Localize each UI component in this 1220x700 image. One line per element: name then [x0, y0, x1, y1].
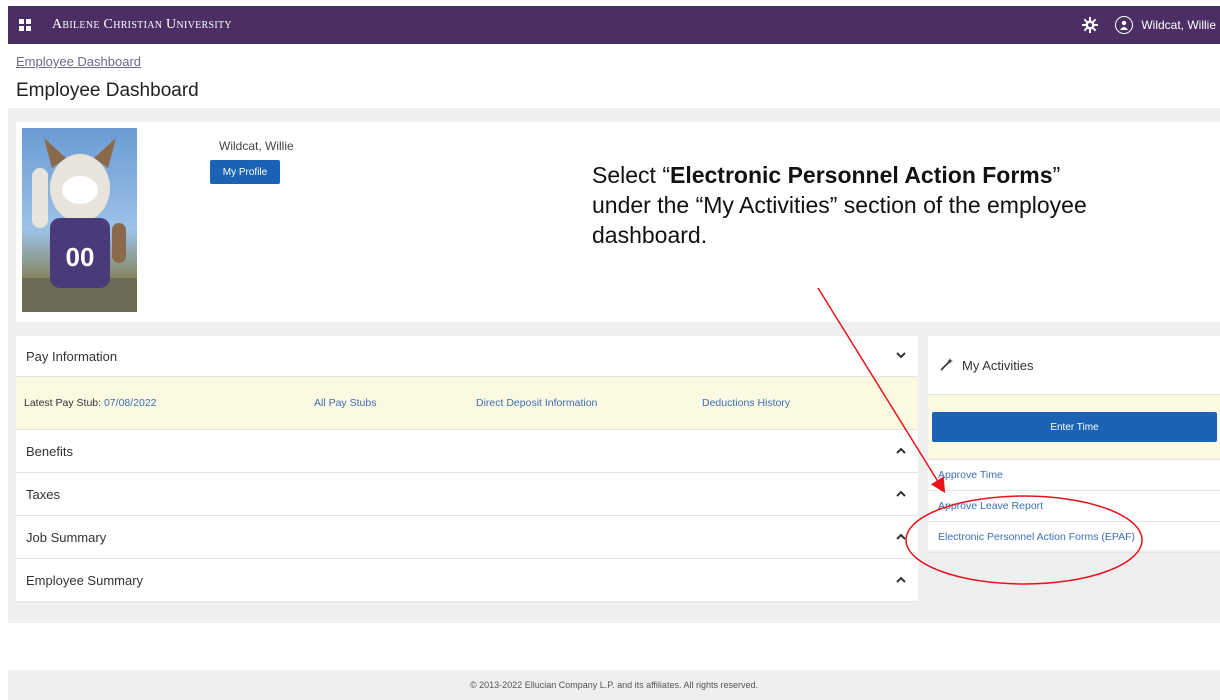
enter-time-row: Enter Time — [928, 395, 1220, 460]
taxes-header[interactable]: Taxes — [16, 473, 918, 516]
latest-pay-stub: Latest Pay Stub: 07/08/2022 — [24, 397, 157, 409]
my-activities-panel: My Activities Enter Time Approve Time Ap… — [928, 336, 1220, 553]
section-title: Taxes — [26, 486, 60, 502]
user-name[interactable]: Wildcat, Willie — [1141, 18, 1216, 32]
breadcrumb[interactable]: Employee Dashboard — [16, 54, 141, 69]
job-summary-header[interactable]: Job Summary — [16, 516, 918, 559]
chevron-up-icon[interactable] — [896, 488, 906, 500]
chevron-up-icon[interactable] — [896, 574, 906, 586]
direct-deposit-link[interactable]: Direct Deposit Information — [476, 397, 597, 409]
my-activities-title: My Activities — [962, 357, 1034, 373]
instruction-bold: Electronic Personnel Action Forms — [669, 162, 1053, 188]
university-brand[interactable]: Abilene Christian University — [52, 17, 232, 33]
latest-pay-stub-date-link[interactable]: 07/08/2022 — [104, 397, 157, 409]
latest-pay-stub-label: Latest Pay Stub: — [24, 397, 104, 409]
my-profile-button[interactable]: My Profile — [210, 160, 280, 184]
all-pay-stubs-link[interactable]: All Pay Stubs — [314, 397, 376, 409]
chevron-up-icon[interactable] — [896, 531, 906, 543]
epaf-link[interactable]: Electronic Personnel Action Forms (EPAF) — [928, 522, 1220, 553]
instruction-prefix: Select “ — [592, 162, 670, 188]
pay-information-title: Pay Information — [26, 348, 118, 364]
profile-photo: 00 — [22, 128, 137, 312]
svg-text:00: 00 — [66, 242, 95, 272]
page-title: Employee Dashboard — [16, 80, 199, 101]
user-icon[interactable] — [1115, 16, 1134, 34]
profile-name: Wildcat, Willie — [219, 139, 294, 153]
pay-stub-row: Latest Pay Stub: 07/08/2022 All Pay Stub… — [16, 377, 918, 430]
section-title: Benefits — [26, 443, 73, 459]
chevron-down-icon[interactable] — [896, 350, 906, 362]
footer: © 2013-2022 Ellucian Company L.P. and it… — [8, 670, 1220, 700]
section-title: Employee Summary — [26, 572, 144, 588]
approve-leave-report-link[interactable]: Approve Leave Report — [928, 491, 1220, 522]
employee-summary-header[interactable]: Employee Summary — [16, 559, 918, 602]
section-title: Job Summary — [26, 529, 107, 545]
pay-information-header[interactable]: Pay Information — [16, 336, 918, 377]
deductions-history-link[interactable]: Deductions History — [702, 397, 790, 409]
magic-wand-icon — [940, 357, 954, 374]
top-navigation-bar: Abilene Christian University Wildcat, Wi… — [8, 6, 1220, 44]
dashboard-accordion: Pay Information Latest Pay Stub: 07/08/2… — [16, 336, 918, 602]
approve-time-link[interactable]: Approve Time — [928, 460, 1220, 491]
instruction-text: Select “Electronic Personnel Action Form… — [592, 160, 1112, 250]
gear-icon[interactable] — [1081, 16, 1099, 34]
apps-grid-icon[interactable] — [12, 19, 38, 31]
benefits-header[interactable]: Benefits — [16, 430, 918, 473]
my-activities-header: My Activities — [928, 336, 1220, 395]
chevron-up-icon[interactable] — [896, 445, 906, 457]
enter-time-button[interactable]: Enter Time — [932, 412, 1217, 442]
